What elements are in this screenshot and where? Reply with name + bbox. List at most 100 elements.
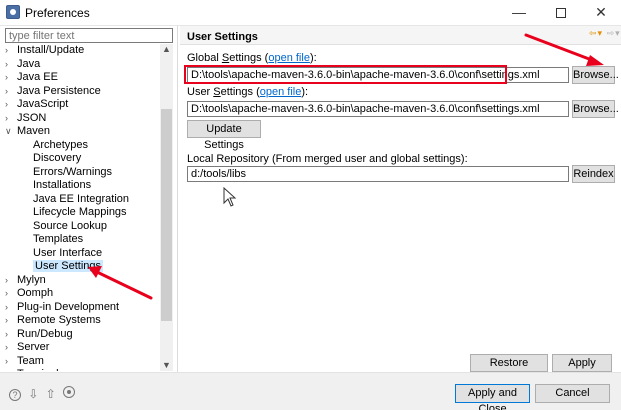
tree-item-label: Plug-in Development xyxy=(17,300,120,313)
tree-item-label: Errors/Warnings xyxy=(33,165,113,178)
scroll-up-arrow-icon[interactable]: ▲ xyxy=(160,44,173,56)
chevron-right-icon[interactable]: › xyxy=(5,112,17,125)
tree-item-mylyn[interactable]: › Mylyn xyxy=(5,274,46,287)
tree-item-java[interactable]: › Java xyxy=(5,58,40,71)
restore-defaults-button[interactable]: Restore Defaults xyxy=(470,354,548,385)
user-settings-label: User Settings (open file): xyxy=(187,86,309,98)
tree-item-discovery[interactable]: Discovery xyxy=(5,152,81,165)
apply-and-close-button[interactable]: Apply and Close xyxy=(455,384,530,410)
tree-item-label: Remote Systems xyxy=(17,314,101,326)
tree-item-label: Oomph xyxy=(17,287,54,299)
mouse-cursor-icon xyxy=(223,186,237,207)
chevron-right-icon[interactable]: › xyxy=(5,341,17,354)
chevron-down-icon[interactable]: ∨ xyxy=(5,125,17,138)
tree-item-label: Templates xyxy=(33,233,84,245)
chevron-right-icon[interactable]: › xyxy=(5,314,17,327)
tree-item-terminal[interactable]: ›Terminal xyxy=(5,368,59,371)
chevron-right-icon[interactable]: › xyxy=(5,368,17,371)
user-settings-field[interactable]: D:\tools\apache-maven-3.6.0-bin\apache-m… xyxy=(187,101,569,117)
tree-item-label: Java xyxy=(17,57,41,70)
title-bar: Preferences — ✕ xyxy=(0,0,621,26)
filter-input[interactable] xyxy=(5,28,173,43)
history-nav[interactable]: ⇦▾ ⇨▾ xyxy=(589,28,621,39)
tree-item-label: Team xyxy=(17,354,44,367)
back-arrow-icon[interactable]: ⇦▾ xyxy=(589,28,603,38)
chevron-right-icon[interactable]: › xyxy=(5,58,17,71)
local-repo-field[interactable]: d:/tools/libs xyxy=(187,166,569,182)
help-icon[interactable]: ? xyxy=(9,389,21,401)
chevron-right-icon[interactable]: › xyxy=(5,71,17,84)
maximize-icon xyxy=(556,8,566,19)
tree-item-label: Run/Debug xyxy=(17,327,73,340)
minimize-button[interactable]: — xyxy=(499,0,539,26)
preferences-tree: › Install/Update › Java › Java EE › Java Persis… xyxy=(5,44,173,371)
update-settings-button[interactable]: Update Settings xyxy=(187,120,261,151)
maximize-button[interactable] xyxy=(541,0,581,26)
tree-item-label: Maven xyxy=(17,125,51,137)
chevron-right-icon[interactable]: › xyxy=(5,301,17,314)
tree-item-user-interface[interactable]: User Interface xyxy=(5,247,102,260)
tree-item-javascript[interactable]: › JavaScript xyxy=(5,98,68,111)
tree-item-run-debug[interactable]: › Run/Debug xyxy=(5,328,73,341)
tree-item-server[interactable]: › Server xyxy=(5,341,49,354)
tree-item-remote-systems[interactable]: › Remote Systems xyxy=(5,314,101,327)
chevron-right-icon[interactable]: › xyxy=(5,355,17,368)
footer-icons: ? ⇩ ⇧ xyxy=(9,386,79,401)
chevron-right-icon[interactable]: › xyxy=(5,274,17,287)
tree-item-install-update[interactable]: › Install/Update xyxy=(5,44,84,57)
reindex-button[interactable]: Reindex xyxy=(572,165,615,183)
tree-item-java-persistence[interactable]: › Java Persistence xyxy=(5,85,101,98)
tree-item-label: Java EE Integration xyxy=(33,192,130,205)
window-title: Preferences xyxy=(25,6,90,20)
global-open-file-link[interactable]: open file xyxy=(268,52,310,64)
tree-item-label: Installations xyxy=(33,179,92,191)
tree-item-plug-in-development[interactable]: › Plug-in Development xyxy=(5,301,119,314)
local-repo-label: Local Repository (From merged user and g… xyxy=(187,153,468,165)
tree-item-oomph[interactable]: › Oomph xyxy=(5,287,53,300)
panel-title: User Settings xyxy=(187,31,258,43)
chevron-right-icon[interactable]: › xyxy=(5,44,17,57)
scroll-down-arrow-icon[interactable]: ▼ xyxy=(160,360,173,372)
record-icon[interactable] xyxy=(63,386,76,398)
import-icon[interactable]: ⇩ xyxy=(28,387,38,401)
chevron-right-icon[interactable]: › xyxy=(5,287,17,300)
tree-item-team[interactable]: › Team xyxy=(5,355,44,368)
tree-item-label: Java EE xyxy=(17,71,58,83)
tree-scrollbar-thumb[interactable] xyxy=(161,109,172,321)
tree-item-source-lookup[interactable]: Source Lookup xyxy=(5,220,107,233)
preferences-app-icon xyxy=(6,5,20,19)
chevron-right-icon[interactable]: › xyxy=(5,328,17,341)
tree-item-label: Install/Update xyxy=(17,44,85,56)
tree-item-label: JavaScript xyxy=(17,98,69,110)
tree-item-archetypes[interactable]: Archetypes xyxy=(5,139,88,152)
tree-item-label: Java Persistence xyxy=(17,84,101,97)
apply-button[interactable]: Apply xyxy=(552,354,612,372)
tree-item-label: Mylyn xyxy=(17,273,46,286)
tree-item-json[interactable]: › JSON xyxy=(5,112,46,125)
tree-item-maven[interactable]: ∨ Maven xyxy=(5,125,50,138)
global-browse-button[interactable]: Browse... xyxy=(572,66,619,84)
tree-item-java-ee[interactable]: › Java EE xyxy=(5,71,58,84)
tree-item-java-ee-integration[interactable]: Java EE Integration xyxy=(5,193,129,206)
chevron-right-icon[interactable]: › xyxy=(5,85,17,98)
tree-item-label: Lifecycle Mappings xyxy=(33,206,127,218)
tree-item-label: Discovery xyxy=(33,152,82,164)
tree-item-user-settings[interactable]: User Settings xyxy=(5,260,104,273)
close-button[interactable]: ✕ xyxy=(581,0,621,26)
tree-item-label: Terminal xyxy=(17,368,59,371)
tree-item-label: Archetypes xyxy=(33,138,89,151)
tree-item-installations[interactable]: Installations xyxy=(5,179,91,192)
pane-divider[interactable] xyxy=(177,26,178,372)
user-browse-button[interactable]: Browse... xyxy=(572,100,619,118)
cancel-button[interactable]: Cancel xyxy=(535,384,610,403)
user-open-file-link[interactable]: open file xyxy=(260,86,302,98)
tree-item-templates[interactable]: Templates xyxy=(5,233,83,246)
chevron-right-icon[interactable]: › xyxy=(5,98,17,111)
tree-item-lifecycle-mappings[interactable]: Lifecycle Mappings xyxy=(5,206,127,219)
tree-item-label: User Interface xyxy=(33,246,103,259)
tree-item-label: Source Lookup xyxy=(33,219,107,232)
tree-item-label: User Settings xyxy=(33,260,104,272)
export-icon[interactable]: ⇧ xyxy=(46,387,56,401)
tree-item-errors-warnings[interactable]: Errors/Warnings xyxy=(5,166,112,179)
forward-arrow-icon[interactable]: ⇨▾ xyxy=(607,28,621,38)
